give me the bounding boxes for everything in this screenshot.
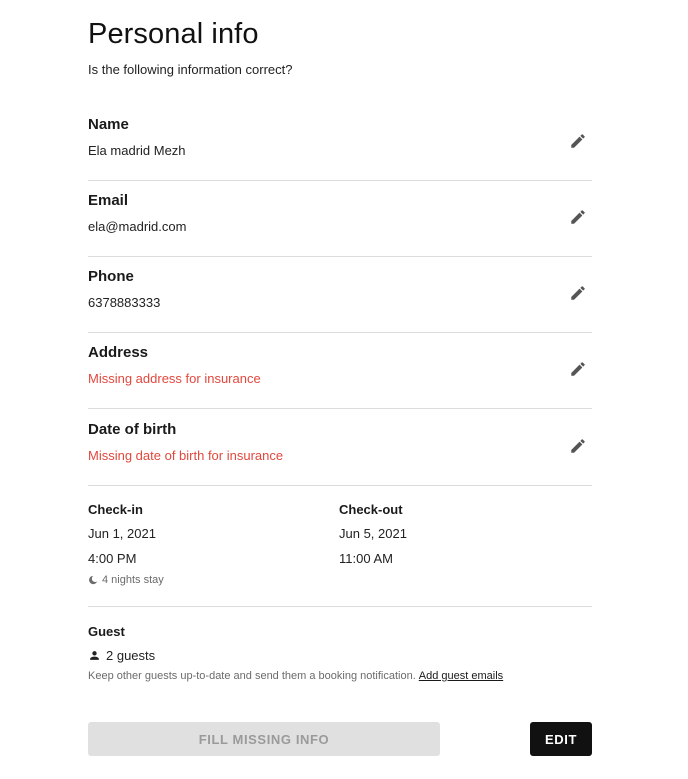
person-icon [90, 651, 99, 660]
guest-count: 2 guests [88, 648, 155, 663]
pencil-icon [571, 286, 585, 300]
field-row-phone: Phone 6378883333 [88, 257, 592, 333]
field-label: Phone [88, 268, 134, 285]
check-in-label: Check-in [88, 502, 143, 517]
field-row-email: Email ela@madrid.com [88, 181, 592, 257]
pencil-icon [571, 362, 585, 376]
check-out-label: Check-out [339, 502, 403, 517]
check-out-time: 11:00 AM [339, 551, 393, 566]
field-value: Ela madrid Mezh [88, 143, 186, 158]
edit-date-of-birth-button[interactable] [568, 436, 588, 456]
field-label: Date of birth [88, 421, 177, 438]
nights-stay: 4 nights stay [88, 574, 164, 586]
field-label: Name [88, 116, 129, 133]
stay-dates-section: Check-in Jun 1, 2021 4:00 PM 4 nights st… [88, 487, 592, 607]
field-error-text: Missing date of birth for insurance [88, 448, 284, 463]
guest-note-text: Keep other guests up-to-date and send th… [88, 670, 416, 682]
guest-note: Keep other guests up-to-date and send th… [88, 670, 503, 682]
add-guest-emails-link[interactable]: Add guest emails [419, 670, 503, 682]
field-row-date-of-birth: Date of birth Missing date of birth for … [88, 410, 592, 486]
pencil-icon [571, 210, 585, 224]
pencil-icon [571, 439, 585, 453]
nights-stay-text: 4 nights stay [102, 574, 164, 586]
page-title: Personal info [88, 18, 259, 50]
field-label: Email [88, 192, 129, 209]
check-in-date: Jun 1, 2021 [88, 526, 156, 541]
check-in-time: 4:00 PM [88, 551, 137, 566]
edit-address-button[interactable] [568, 359, 588, 379]
check-out-date: Jun 5, 2021 [339, 526, 407, 541]
fill-missing-info-button[interactable]: FILL MISSING INFO [88, 722, 440, 756]
edit-name-button[interactable] [568, 131, 588, 151]
edit-button[interactable]: EDIT [530, 722, 592, 756]
field-value: 6378883333 [88, 295, 161, 310]
field-error-text: Missing address for insurance [88, 371, 261, 386]
field-label: Address [88, 344, 149, 361]
page-subtitle: Is the following information correct? [88, 62, 293, 77]
edit-phone-button[interactable] [568, 283, 588, 303]
pencil-icon [571, 134, 585, 148]
field-row-name: Name Ela madrid Mezh [88, 105, 592, 181]
guest-section: Guest 2 guests Keep other guests up-to-d… [88, 607, 592, 697]
edit-email-button[interactable] [568, 207, 588, 227]
moon-icon [89, 575, 98, 585]
field-row-address: Address Missing address for insurance [88, 333, 592, 409]
field-value: ela@madrid.com [88, 219, 187, 234]
guest-label: Guest [88, 624, 125, 639]
guest-count-text: 2 guests [106, 648, 156, 663]
